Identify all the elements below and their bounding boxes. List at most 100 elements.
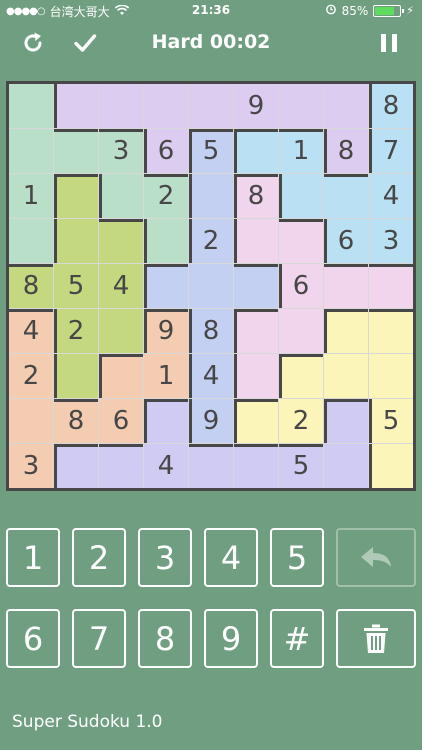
key-3[interactable]: 3: [138, 528, 192, 587]
alarm-icon: [325, 3, 337, 18]
key-4[interactable]: 4: [204, 528, 258, 587]
sudoku-cell[interactable]: [234, 309, 278, 353]
sudoku-cell[interactable]: 2: [9, 354, 53, 398]
sudoku-cell[interactable]: 2: [189, 219, 233, 263]
sudoku-cell[interactable]: 4: [369, 174, 413, 218]
sudoku-cell[interactable]: [324, 84, 368, 128]
sudoku-cell[interactable]: [324, 399, 368, 443]
sudoku-cell[interactable]: 2: [54, 309, 98, 353]
sudoku-cell[interactable]: 8: [189, 309, 233, 353]
sudoku-cell[interactable]: [324, 309, 368, 353]
sudoku-cell[interactable]: [144, 399, 188, 443]
sudoku-cell[interactable]: 9: [189, 399, 233, 443]
sudoku-cell[interactable]: [189, 264, 233, 308]
sudoku-cell[interactable]: [234, 444, 278, 488]
key-5[interactable]: 5: [270, 528, 324, 587]
sudoku-cell[interactable]: [54, 174, 98, 218]
sudoku-cell[interactable]: [9, 219, 53, 263]
key-7[interactable]: 7: [72, 609, 126, 668]
sudoku-cell[interactable]: [324, 174, 368, 218]
sudoku-cell[interactable]: [99, 309, 143, 353]
sudoku-cell[interactable]: 5: [189, 129, 233, 173]
sudoku-cell[interactable]: [234, 264, 278, 308]
sudoku-cell[interactable]: [369, 354, 413, 398]
sudoku-cell[interactable]: 1: [9, 174, 53, 218]
sudoku-cell[interactable]: [99, 84, 143, 128]
sudoku-cell[interactable]: [324, 264, 368, 308]
key-2[interactable]: 2: [72, 528, 126, 587]
key-6[interactable]: 6: [6, 609, 60, 668]
sudoku-cell[interactable]: 4: [99, 264, 143, 308]
key-8[interactable]: 8: [138, 609, 192, 668]
sudoku-cell[interactable]: 5: [369, 399, 413, 443]
sudoku-cell[interactable]: 5: [54, 264, 98, 308]
sudoku-cell[interactable]: [324, 444, 368, 488]
sudoku-cell[interactable]: [99, 444, 143, 488]
pause-icon[interactable]: [376, 30, 402, 56]
sudoku-cell[interactable]: [189, 174, 233, 218]
sudoku-cell[interactable]: 1: [144, 354, 188, 398]
sudoku-cell[interactable]: [54, 354, 98, 398]
sudoku-cell[interactable]: 8: [9, 264, 53, 308]
sudoku-cell[interactable]: 9: [144, 309, 188, 353]
sudoku-cell[interactable]: [279, 219, 323, 263]
sudoku-cell[interactable]: 8: [369, 84, 413, 128]
sudoku-cell[interactable]: 6: [99, 399, 143, 443]
game-title-timer: Hard 00:02: [151, 31, 271, 53]
key-1[interactable]: 1: [6, 528, 60, 587]
sudoku-cell[interactable]: [234, 399, 278, 443]
sudoku-cell[interactable]: 2: [144, 174, 188, 218]
sudoku-cell[interactable]: [279, 174, 323, 218]
sudoku-cell[interactable]: [9, 129, 53, 173]
sudoku-cell[interactable]: [9, 84, 53, 128]
sudoku-cell[interactable]: [279, 84, 323, 128]
sudoku-cell[interactable]: [99, 219, 143, 263]
sudoku-cell[interactable]: [234, 219, 278, 263]
sudoku-cell[interactable]: [369, 309, 413, 353]
battery-icon: [373, 4, 405, 17]
sudoku-cell[interactable]: 5: [279, 444, 323, 488]
sudoku-cell[interactable]: [234, 354, 278, 398]
undo-button[interactable]: [336, 528, 416, 587]
sudoku-cell[interactable]: [54, 84, 98, 128]
sudoku-cell[interactable]: [9, 399, 53, 443]
sudoku-cell[interactable]: [144, 219, 188, 263]
sudoku-cell[interactable]: 7: [369, 129, 413, 173]
sudoku-cell[interactable]: 8: [54, 399, 98, 443]
sudoku-cell[interactable]: 3: [369, 219, 413, 263]
sudoku-cell[interactable]: [279, 354, 323, 398]
delete-button[interactable]: [336, 609, 416, 668]
sudoku-cell[interactable]: [144, 264, 188, 308]
trash-icon: [364, 624, 388, 653]
sudoku-cell[interactable]: [189, 444, 233, 488]
sudoku-cell[interactable]: [54, 444, 98, 488]
sudoku-cell[interactable]: 3: [99, 129, 143, 173]
sudoku-cell[interactable]: [369, 264, 413, 308]
sudoku-cell[interactable]: 4: [189, 354, 233, 398]
sudoku-cell[interactable]: 8: [234, 174, 278, 218]
sudoku-cell[interactable]: 9: [234, 84, 278, 128]
battery-percent: 85%: [341, 3, 369, 18]
key-notes-hash[interactable]: #: [270, 609, 324, 668]
sudoku-cell[interactable]: [324, 354, 368, 398]
sudoku-cell[interactable]: [234, 129, 278, 173]
sudoku-cell[interactable]: 6: [144, 129, 188, 173]
sudoku-cell[interactable]: [99, 174, 143, 218]
status-bar: ●●●●○ 台湾大哥大 21:36 85% ⚡: [0, 0, 422, 22]
sudoku-cell[interactable]: 6: [279, 264, 323, 308]
sudoku-cell[interactable]: [369, 444, 413, 488]
key-9[interactable]: 9: [204, 609, 258, 668]
sudoku-cell[interactable]: [189, 84, 233, 128]
sudoku-cell[interactable]: [144, 84, 188, 128]
sudoku-cell[interactable]: 3: [9, 444, 53, 488]
sudoku-cell[interactable]: [99, 354, 143, 398]
sudoku-cell[interactable]: 1: [279, 129, 323, 173]
sudoku-cell[interactable]: [54, 129, 98, 173]
sudoku-cell[interactable]: 2: [279, 399, 323, 443]
sudoku-cell[interactable]: 8: [324, 129, 368, 173]
sudoku-cell[interactable]: [279, 309, 323, 353]
sudoku-cell[interactable]: [54, 219, 98, 263]
sudoku-cell[interactable]: 6: [324, 219, 368, 263]
sudoku-cell[interactable]: 4: [144, 444, 188, 488]
sudoku-cell[interactable]: 4: [9, 309, 53, 353]
